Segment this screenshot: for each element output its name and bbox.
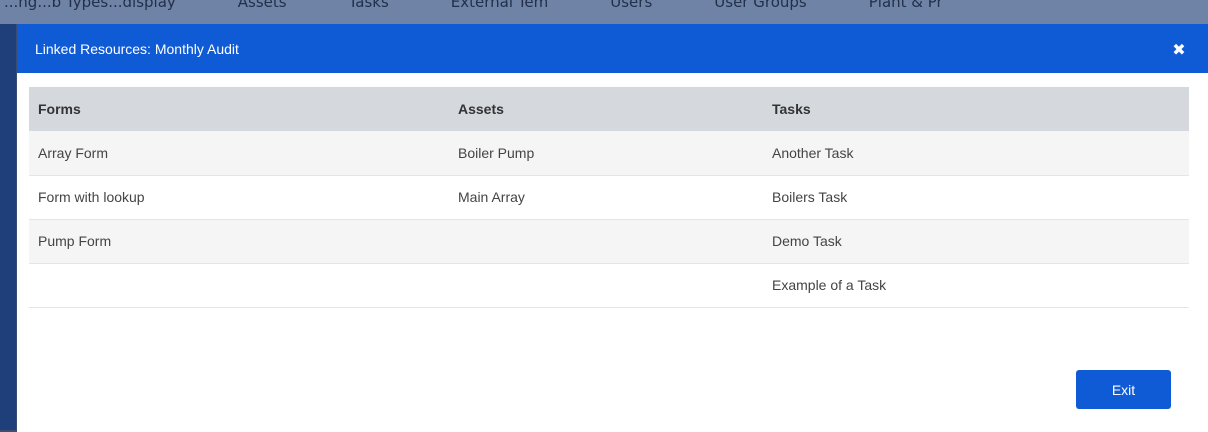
column-header-assets: Assets (458, 101, 504, 117)
background-nav: ...ng...b Types...display Assets Tasks E… (0, 0, 1208, 24)
table-row: Pump Form Demo Task (29, 219, 1189, 264)
asset-cell (449, 219, 763, 264)
background-left-edge (0, 24, 16, 432)
background-nav-item: User Groups (714, 0, 807, 11)
form-cell: Pump Form (29, 219, 449, 264)
modal-title: Linked Resources: Monthly Audit (35, 40, 239, 57)
background-nav-item: Users (610, 0, 653, 11)
form-cell: Array Form (29, 131, 449, 176)
table-row: Form with lookup Main Array Boilers Task (29, 175, 1189, 220)
asset-cell: Main Array (449, 175, 763, 220)
linked-resources-table: Forms Assets Tasks Array Form Boiler Pum… (29, 87, 1189, 308)
background-nav-item: Assets (237, 0, 287, 11)
form-cell (29, 263, 449, 308)
table-header-row: Forms Assets Tasks (29, 87, 1189, 131)
close-icon[interactable]: ✖ (1169, 39, 1189, 59)
background-nav-item: Tasks (348, 0, 389, 11)
task-cell: Example of a Task (763, 263, 1189, 308)
background-nav-item: ...ng...b Types...display (4, 0, 176, 11)
form-cell: Form with lookup (29, 175, 449, 220)
asset-cell (449, 263, 763, 308)
exit-button[interactable]: Exit (1076, 370, 1171, 409)
modal-header: Linked Resources: Monthly Audit ✖ (17, 24, 1208, 73)
background-nav-item: External Tem (450, 0, 549, 11)
task-cell: Demo Task (763, 219, 1189, 264)
task-cell: Another Task (763, 131, 1189, 176)
linked-resources-modal: Linked Resources: Monthly Audit ✖ Forms … (16, 24, 1208, 432)
task-cell: Boilers Task (763, 175, 1189, 220)
asset-cell: Boiler Pump (449, 131, 763, 176)
table-row: Array Form Boiler Pump Another Task (29, 131, 1189, 176)
linked-resources-table-container: Forms Assets Tasks Array Form Boiler Pum… (29, 87, 1189, 308)
table-row: Example of a Task (29, 263, 1189, 308)
column-header-forms: Forms (38, 101, 81, 117)
background-nav-item: Plant & Pr (868, 0, 943, 11)
column-header-tasks: Tasks (772, 101, 811, 117)
